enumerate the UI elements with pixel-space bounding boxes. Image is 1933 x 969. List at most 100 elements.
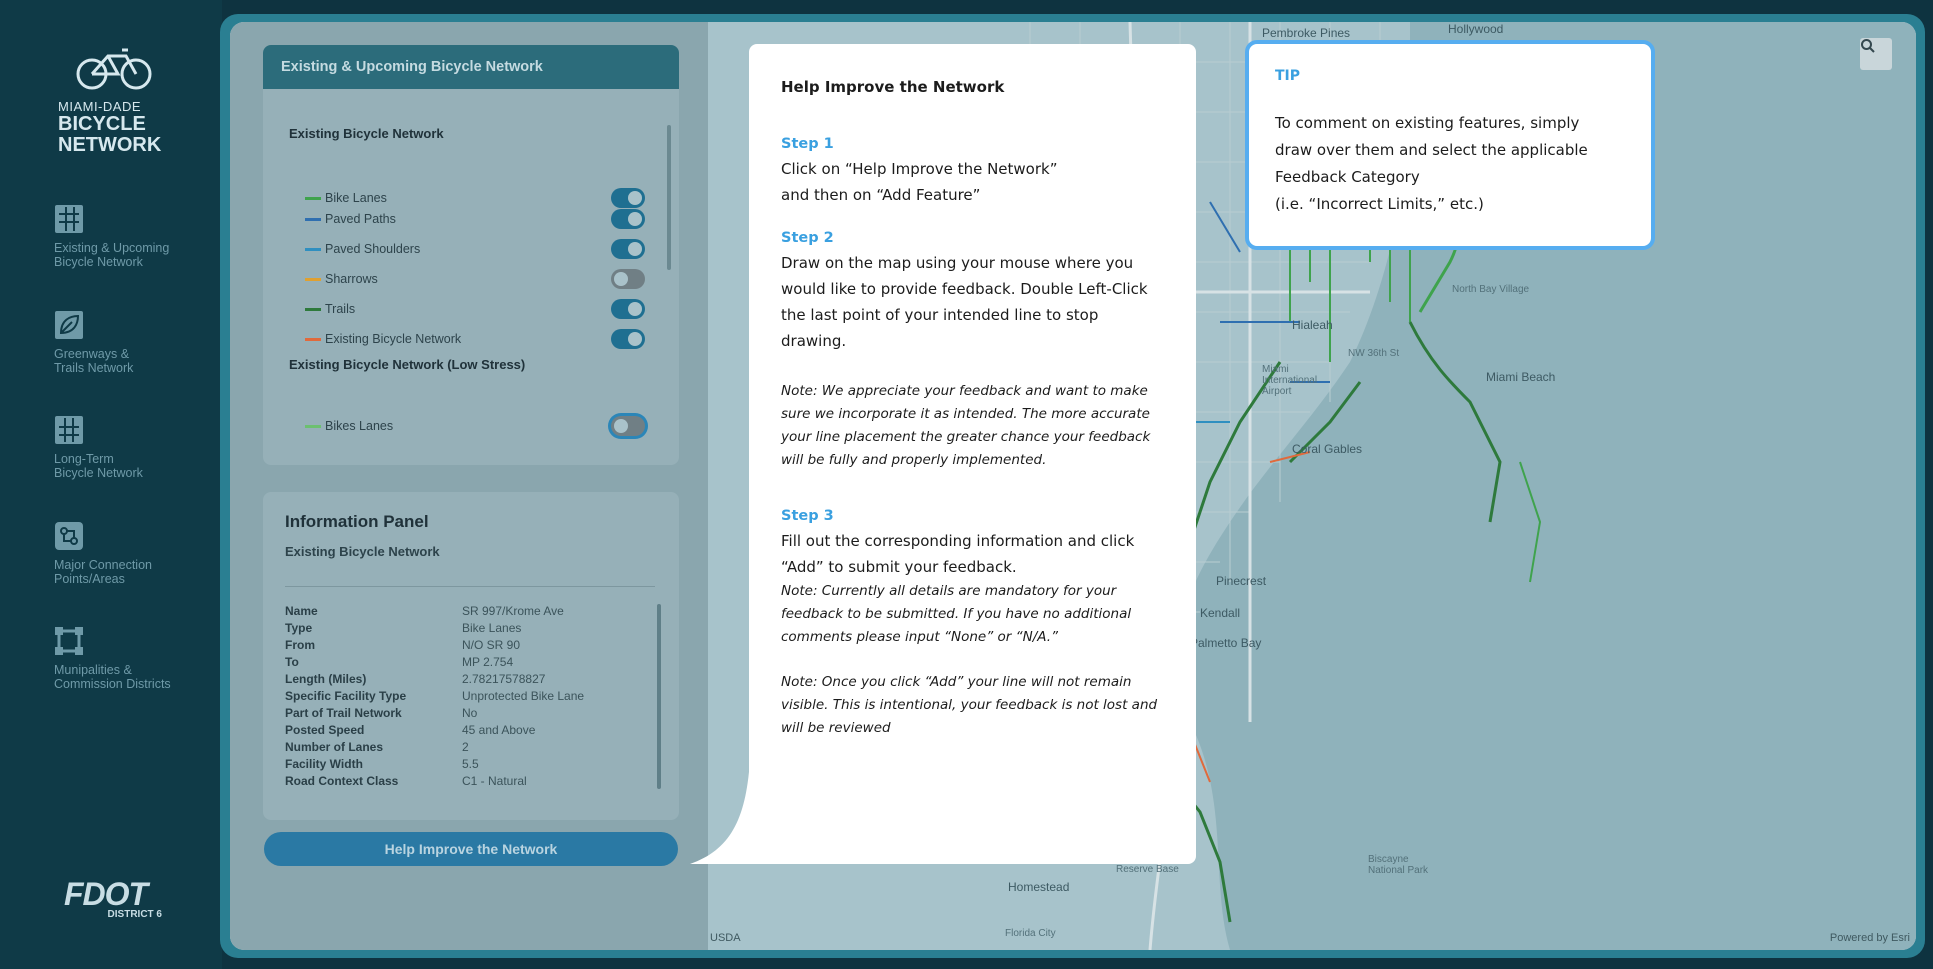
info-value: C1 - Natural: [462, 774, 527, 788]
nav-existing-network[interactable]: Existing & Upcoming Bicycle Network: [54, 204, 204, 269]
layer-toggle-bike-lanes[interactable]: [611, 188, 645, 208]
info-row: Road Context Class C1 - Natural: [285, 774, 655, 791]
layer-row-sharrows: Sharrows: [305, 268, 645, 290]
layers-section-title: Existing Bicycle Network: [289, 126, 444, 141]
nav-label-line-1: Munipalities &: [54, 663, 132, 677]
map-label-coral-gables: Coral Gables: [1292, 442, 1363, 456]
legend-swatch: [305, 424, 321, 428]
tip-line-1: To comment on existing features, simply: [1275, 114, 1580, 132]
info-scrollbar[interactable]: [657, 604, 661, 789]
step-2-text: Draw on the map using your mouse where y…: [781, 254, 1148, 350]
map-label-biscayne-park: Biscayne National Park: [1368, 854, 1429, 876]
info-panel-subtitle: Existing Bicycle Network: [285, 544, 440, 559]
note-mandatory: Note: Currently all details are mandator…: [781, 583, 1132, 645]
info-row: Posted Speed 45 and Above: [285, 723, 655, 740]
info-key: From: [285, 638, 315, 652]
nav-long-term-network[interactable]: Long-Term Bicycle Network: [54, 415, 204, 480]
info-key: Specific Facility Type: [285, 689, 407, 703]
app-logo[interactable]: MIAMI-DADE BICYCLE NETWORK: [58, 44, 178, 156]
map-label-pembroke-pines: Pembroke Pines: [1262, 26, 1351, 40]
info-row: Number of Lanes 2: [285, 740, 655, 757]
legend-swatch: [305, 337, 321, 341]
info-value: Bike Lanes: [462, 621, 522, 635]
layer-label: Bikes Lanes: [325, 419, 394, 433]
step-1-line-2: and then on “Add Feature”: [781, 186, 981, 204]
info-row: Facility Width 5.5: [285, 757, 655, 774]
info-row: Part of Trail Network No: [285, 706, 655, 723]
layer-toggle-paved-shoulders[interactable]: [611, 239, 645, 259]
nav-municipalities[interactable]: Munipalities & Commission Districts: [54, 626, 204, 691]
step-2-label: Step 2: [781, 230, 834, 246]
info-key: To: [285, 655, 299, 669]
map-label-hollywood: Hollywood: [1448, 22, 1504, 36]
layer-toggle-sharrows[interactable]: [611, 269, 645, 289]
info-value: 5.5: [462, 757, 479, 771]
layers-card-title: Existing & Upcoming Bicycle Network: [263, 45, 679, 89]
long-term-map-icon: [55, 416, 83, 444]
logo-line-2: BICYCLE: [58, 113, 146, 135]
map-label-hialeah: Hialeah: [1292, 318, 1333, 332]
divider: [285, 586, 655, 587]
information-panel: Information Panel Existing Bicycle Netwo…: [263, 492, 679, 820]
tip-line-3: Feedback Category: [1275, 168, 1420, 186]
info-key: Length (Miles): [285, 672, 367, 686]
help-improve-network-button[interactable]: Help Improve the Network: [264, 832, 678, 866]
info-value: 45 and Above: [462, 723, 536, 737]
map-label-kendall: Kendall: [1200, 606, 1241, 620]
info-panel-title: Information Panel: [285, 512, 429, 531]
layer-label: Existing Bicycle Network: [325, 332, 462, 346]
info-value: SR 997/Krome Ave: [462, 604, 564, 618]
layers-scrollbar[interactable]: [667, 125, 671, 270]
step-3-text: Fill out the corresponding information a…: [781, 532, 1135, 576]
layer-row-bike-lanes: Bike Lanes: [305, 187, 645, 209]
map-attribution-left: USDA: [710, 932, 741, 944]
info-row: From N/O SR 90: [285, 638, 655, 655]
logo-line-3: NETWORK: [58, 134, 162, 156]
info-value: 2: [462, 740, 469, 754]
info-key: Type: [285, 621, 313, 635]
info-key: Facility Width: [285, 757, 363, 771]
info-value: Unprotected Bike Lane: [462, 689, 585, 703]
map-label-palmetto-bay: Palmetto Bay: [1190, 636, 1262, 650]
layer-toggle-trails[interactable]: [611, 299, 645, 319]
layer-toggle-existing-network[interactable]: [611, 329, 645, 349]
nav-label-line-2: Points/Areas: [54, 572, 125, 586]
nav-label-line-2: Trails Network: [54, 361, 134, 375]
nav-major-connections[interactable]: Major Connection Points/Areas: [54, 521, 204, 586]
map-label-miami-beach: Miami Beach: [1486, 370, 1556, 384]
legend-swatch: [305, 217, 321, 221]
layer-label: Sharrows: [325, 272, 378, 286]
layer-label: Paved Shoulders: [325, 242, 421, 256]
tip-line-4: (i.e. “Incorrect Limits,” etc.): [1275, 195, 1484, 213]
layer-label: Bike Lanes: [325, 191, 387, 205]
layer-row-existing-network: Existing Bicycle Network: [305, 328, 645, 350]
info-row: Name SR 997/Krome Ave: [285, 604, 655, 621]
fdot-logo: FDOT DISTRICT 6: [64, 876, 162, 920]
info-value: N/O SR 90: [462, 638, 521, 652]
map-attribution-right[interactable]: Powered by Esri: [1830, 932, 1910, 944]
search-icon: [1861, 39, 1875, 53]
help-dialog: Help Improve the Network Step 1 Click on…: [749, 44, 1196, 864]
logo-line-1: MIAMI-DADE: [58, 99, 141, 114]
layer-toggle-paved-paths[interactable]: [611, 209, 645, 229]
leaf-map-icon: [55, 311, 83, 339]
map-label-pinecrest: Pinecrest: [1216, 574, 1267, 588]
fdot-name: FDOT: [64, 876, 148, 912]
navigation-rail: MIAMI-DADE BICYCLE NETWORK Existing & Up…: [0, 0, 222, 969]
map-label-nw-36th: NW 36th St: [1348, 348, 1400, 359]
layer-toggle-low-stress-bike-lanes[interactable]: [611, 416, 645, 436]
nav-label-line-1: Greenways &: [54, 347, 130, 361]
tip-box: TIP To comment on existing features, sim…: [1245, 40, 1655, 250]
legend-swatch: [305, 307, 321, 311]
nav-greenways-trails[interactable]: Greenways & Trails Network: [54, 310, 204, 375]
tip-line-2: draw over them and select the applicable: [1275, 141, 1588, 159]
dialog-title: Help Improve the Network: [781, 78, 1005, 96]
bicycle-icon: [76, 48, 152, 90]
info-key: Road Context Class: [285, 774, 399, 788]
info-row: Type Bike Lanes: [285, 621, 655, 638]
info-key: Name: [285, 604, 318, 618]
nav-label-line-1: Existing & Upcoming: [54, 241, 170, 255]
map-search-button[interactable]: [1860, 38, 1892, 70]
connection-points-icon: [55, 522, 83, 550]
nav-label-line-1: Long-Term: [54, 452, 114, 466]
